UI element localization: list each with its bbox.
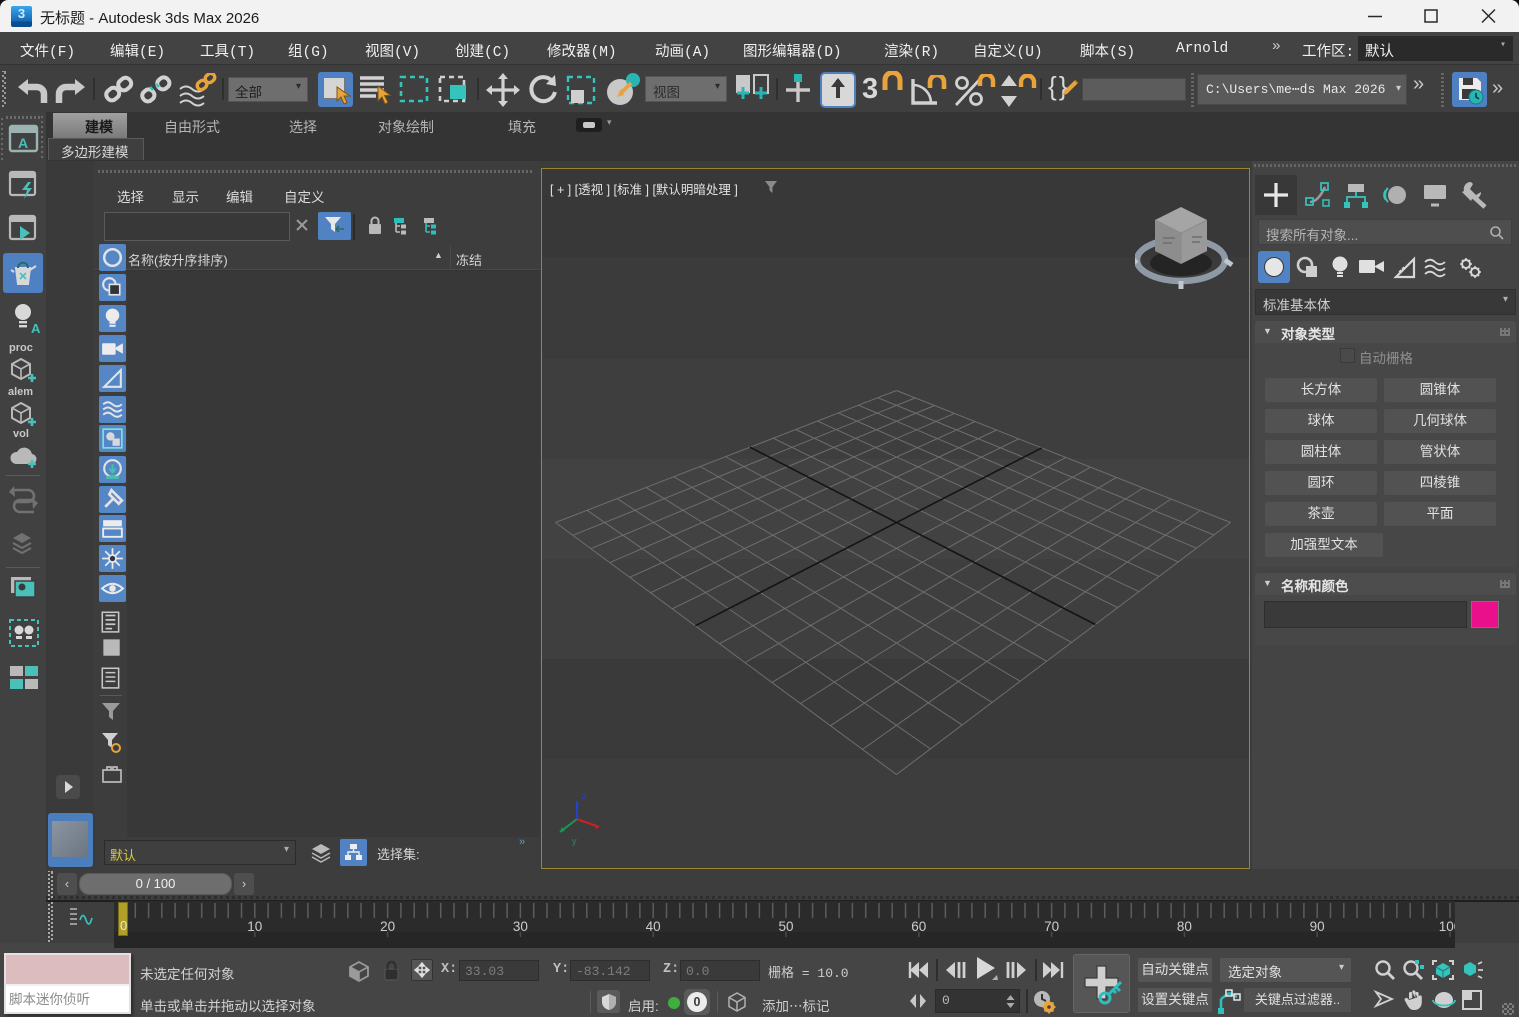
svg-text:90: 90 (1310, 919, 1325, 934)
svg-text:A: A (31, 321, 40, 336)
svg-text:A: A (18, 135, 28, 151)
svg-text:100: 100 (1439, 919, 1455, 934)
svg-text:40: 40 (646, 919, 661, 934)
svg-text:30: 30 (513, 919, 528, 934)
svg-text:z: z (582, 794, 587, 801)
svg-text:20: 20 (380, 919, 395, 934)
svg-text:60: 60 (911, 919, 926, 934)
svg-text:80: 80 (1177, 919, 1192, 934)
svg-text:10: 10 (247, 919, 262, 934)
svg-text:50: 50 (778, 919, 793, 934)
svg-text:70: 70 (1044, 919, 1059, 934)
svg-text:y: y (572, 836, 577, 846)
